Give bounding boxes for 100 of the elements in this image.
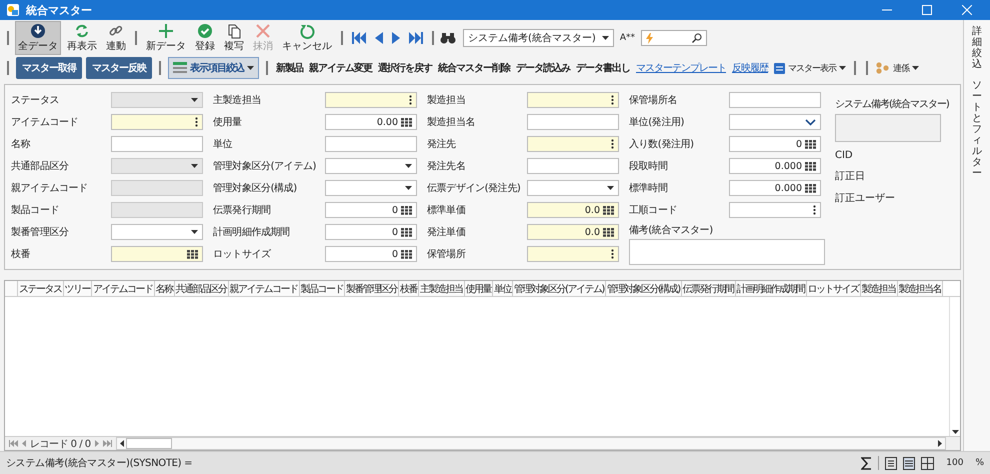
filter-dropdown-button[interactable]: 表示項目絞込 bbox=[168, 57, 259, 79]
first-page-icon[interactable] bbox=[9, 440, 18, 447]
new-button[interactable]: 新データ bbox=[143, 21, 189, 55]
sum-icon[interactable] bbox=[861, 456, 872, 470]
number-field[interactable] bbox=[111, 246, 203, 262]
all-data-button[interactable]: 全データ bbox=[15, 21, 61, 55]
memo-field[interactable] bbox=[835, 114, 941, 142]
previous-record-icon[interactable] bbox=[375, 32, 383, 44]
more-icon[interactable] bbox=[813, 205, 816, 215]
text-field[interactable] bbox=[527, 158, 619, 174]
keypad-icon[interactable] bbox=[401, 118, 412, 126]
close-icon[interactable] bbox=[962, 5, 972, 15]
dropdown-field[interactable] bbox=[111, 224, 203, 240]
primary-button[interactable]: マスター反映 bbox=[86, 57, 152, 79]
menu-button[interactable]: マスター表示 bbox=[773, 60, 847, 76]
column-header[interactable]: 共通部品区分 bbox=[174, 281, 228, 296]
command-button[interactable]: 選択行を戻す bbox=[377, 59, 433, 77]
column-header[interactable]: 計画明細作成期間 bbox=[736, 281, 807, 296]
column-header[interactable]: ツリー bbox=[64, 281, 92, 296]
first-record-icon[interactable] bbox=[352, 32, 366, 44]
refresh-button[interactable]: 再表示 bbox=[64, 21, 100, 55]
command-button[interactable]: データ書出し bbox=[575, 59, 631, 77]
number-field[interactable]: 0.00 bbox=[325, 114, 417, 130]
more-icon[interactable] bbox=[611, 249, 614, 259]
column-header[interactable]: 製番管理区分 bbox=[345, 281, 399, 296]
search-icon[interactable] bbox=[692, 33, 702, 43]
text-field[interactable] bbox=[729, 92, 821, 108]
scroll-down-icon[interactable] bbox=[952, 430, 958, 434]
keypad-icon[interactable] bbox=[401, 250, 412, 258]
copy-button[interactable]: 複写 bbox=[221, 21, 247, 55]
scroll-thumb[interactable] bbox=[126, 438, 172, 449]
column-header[interactable]: 使用量 bbox=[464, 281, 493, 296]
text-field[interactable] bbox=[527, 114, 619, 130]
lookup-field[interactable] bbox=[325, 92, 417, 108]
primary-button[interactable]: マスター取得 bbox=[16, 57, 82, 79]
next-record-icon[interactable] bbox=[392, 32, 400, 44]
number-field[interactable]: 0.0 bbox=[527, 224, 619, 240]
column-header[interactable]: アイテムコード bbox=[92, 281, 154, 296]
command-link[interactable]: 反映履歴 bbox=[731, 59, 769, 77]
link-button[interactable]: 連動 bbox=[103, 21, 129, 55]
column-header[interactable]: 主製造担当 bbox=[419, 281, 464, 296]
keypad-icon[interactable] bbox=[401, 228, 412, 236]
keypad-icon[interactable] bbox=[805, 184, 816, 192]
column-header[interactable]: ロットサイズ bbox=[806, 281, 861, 296]
number-field[interactable]: 0 bbox=[729, 136, 821, 152]
column-header[interactable]: 製造担当 bbox=[860, 281, 898, 296]
vertical-scrollbar[interactable] bbox=[949, 297, 960, 436]
more-icon[interactable] bbox=[611, 95, 614, 105]
grid-view-icon[interactable] bbox=[921, 456, 934, 470]
menu-button[interactable]: 連係 bbox=[875, 60, 920, 76]
number-field[interactable]: 0.000 bbox=[729, 180, 821, 196]
number-field[interactable]: 0 bbox=[325, 224, 417, 240]
column-header[interactable]: 製造担当名 bbox=[898, 281, 944, 296]
column-header[interactable]: 製品コード bbox=[300, 281, 345, 296]
command-button[interactable]: データ読込み bbox=[515, 59, 571, 77]
binoculars-icon[interactable] bbox=[440, 32, 456, 44]
side-tab[interactable]: ソートとフィルター bbox=[972, 80, 982, 179]
form-view-icon[interactable] bbox=[903, 456, 916, 470]
dropdown-field[interactable] bbox=[325, 158, 417, 174]
column-header[interactable]: 名称 bbox=[154, 281, 174, 296]
column-header[interactable]: 枝番 bbox=[399, 281, 419, 296]
previous-page-icon[interactable] bbox=[22, 440, 26, 447]
dropdown-field[interactable] bbox=[325, 180, 417, 196]
memo-field[interactable] bbox=[629, 239, 825, 265]
document-view-icon[interactable] bbox=[885, 456, 898, 470]
text-field[interactable] bbox=[111, 136, 203, 152]
column-header[interactable]: 親アイテムコード bbox=[228, 281, 300, 296]
horizontal-scrollbar[interactable] bbox=[116, 437, 946, 450]
more-icon[interactable] bbox=[611, 139, 614, 149]
command-button[interactable]: 親アイテム変更 bbox=[308, 59, 373, 77]
keypad-icon[interactable] bbox=[805, 140, 816, 148]
number-field[interactable]: 0.0 bbox=[527, 202, 619, 218]
side-tab[interactable]: 詳細絞込 bbox=[972, 26, 982, 70]
lookup-field[interactable] bbox=[527, 136, 619, 152]
column-header[interactable]: 管理対象区分(構成) bbox=[606, 281, 682, 296]
more-icon[interactable] bbox=[195, 117, 198, 127]
keypad-icon[interactable] bbox=[603, 206, 614, 214]
text-field[interactable] bbox=[325, 136, 417, 152]
column-header[interactable]: ステータス bbox=[18, 281, 64, 296]
search-column-dropdown[interactable]: システム備考(統合マスター) bbox=[463, 29, 614, 47]
lookup-field[interactable] bbox=[729, 202, 821, 218]
number-field[interactable]: 0 bbox=[325, 246, 417, 262]
keypad-icon[interactable] bbox=[187, 250, 198, 258]
command-button[interactable]: 新製品 bbox=[275, 59, 304, 77]
cancel-button[interactable]: キャンセル bbox=[279, 21, 335, 55]
last-record-icon[interactable] bbox=[409, 32, 423, 44]
lookup-field[interactable] bbox=[111, 114, 203, 130]
column-header[interactable]: 管理対象区分(アイテム) bbox=[513, 281, 606, 296]
column-header[interactable]: 伝票発行期間 bbox=[682, 281, 736, 296]
more-icon[interactable] bbox=[409, 95, 412, 105]
match-mode-label[interactable]: A** bbox=[620, 33, 635, 43]
command-button[interactable]: 統合マスター削除 bbox=[437, 59, 511, 77]
dropdown-field[interactable] bbox=[729, 114, 821, 130]
next-page-icon[interactable] bbox=[94, 440, 99, 447]
save-button[interactable]: 登録 bbox=[192, 21, 218, 55]
last-page-icon[interactable] bbox=[102, 440, 112, 447]
keypad-icon[interactable] bbox=[603, 228, 614, 236]
column-header[interactable]: 単位 bbox=[493, 281, 513, 296]
keypad-icon[interactable] bbox=[805, 162, 816, 170]
maximize-icon[interactable] bbox=[922, 5, 932, 15]
